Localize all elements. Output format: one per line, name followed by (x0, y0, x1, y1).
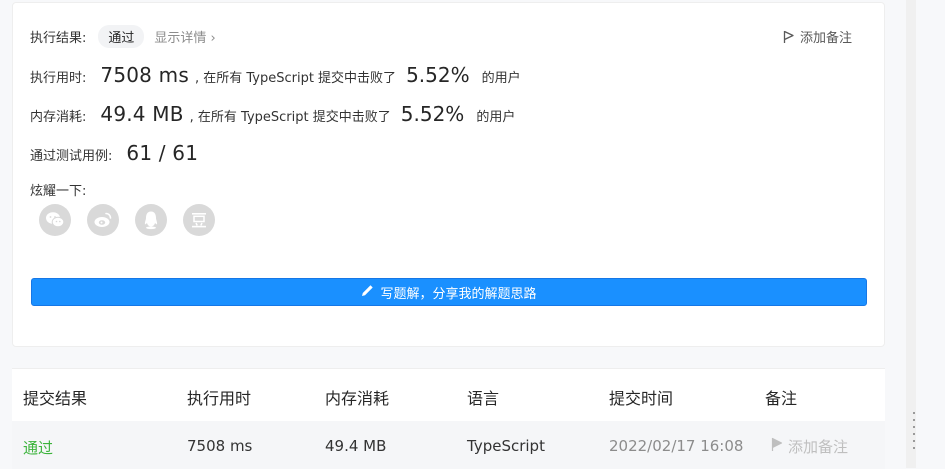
drag-handle[interactable] (913, 412, 917, 454)
memory-row: 内存消耗: 49.4 MB , 在所有 TypeScript 提交中击败了 5.… (30, 102, 515, 126)
header-note: 备注 (765, 389, 798, 408)
scrollbar[interactable] (906, 0, 916, 468)
write-solution-label: 写题解，分享我的解题思路 (380, 286, 537, 302)
runtime-suffix: 的用户 (481, 71, 521, 86)
status-badge: 通过 (98, 25, 145, 48)
submissions-table: 提交结果 执行用时 内存消耗 语言 提交时间 备注 通过 7508 ms 49.… (12, 368, 885, 469)
memory-label: 内存消耗: (30, 110, 87, 125)
weibo-icon[interactable] (87, 204, 119, 236)
result-row: 执行结果: 通过 显示详情 › (30, 25, 216, 48)
header-language: 语言 (467, 389, 500, 408)
header-submit-time: 提交时间 (609, 389, 674, 408)
share-label: 炫耀一下: (30, 184, 87, 199)
submission-result-card: 执行结果: 通过 显示详情 › 添加备注 执行用时: 7508 ms , 在所有… (12, 2, 885, 347)
memory-value: 49.4 MB (100, 102, 184, 126)
row-runtime: 7508 ms (187, 437, 253, 455)
header-runtime: 执行用时 (187, 389, 252, 408)
table-row[interactable]: 通过 7508 ms 49.4 MB TypeScript 2022/02/17… (12, 421, 885, 469)
runtime-percent: 5.52% (406, 63, 470, 87)
row-language: TypeScript (467, 437, 545, 455)
header-memory: 内存消耗 (325, 389, 390, 408)
flag-icon (783, 30, 795, 44)
memory-suffix: 的用户 (476, 110, 516, 125)
runtime-value: 7508 ms (100, 63, 189, 87)
share-icons (39, 204, 215, 236)
write-solution-button[interactable]: 写题解，分享我的解题思路 (31, 278, 867, 306)
header-result: 提交结果 (23, 389, 88, 408)
add-note-button[interactable]: 添加备注 (783, 27, 852, 46)
memory-percent: 5.52% (400, 102, 465, 126)
table-header: 提交结果 执行用时 内存消耗 语言 提交时间 备注 (12, 369, 885, 419)
flag-icon (771, 437, 783, 456)
share-row: 炫耀一下: (30, 180, 86, 199)
show-details-link[interactable]: 显示详情 › (154, 27, 215, 46)
result-label: 执行结果: (30, 31, 87, 46)
douban-icon[interactable] (183, 204, 215, 236)
tests-row: 通过测试用例: 61 / 61 (30, 141, 204, 165)
row-memory: 49.4 MB (325, 437, 387, 455)
qq-icon[interactable] (135, 204, 167, 236)
tests-value: 61 / 61 (126, 141, 199, 165)
add-note-label: 添加备注 (799, 31, 852, 46)
row-add-note-label: 添加备注 (788, 438, 849, 456)
row-add-note-button[interactable]: 添加备注 (771, 436, 848, 457)
runtime-beat-text: , 在所有 TypeScript 提交中击败了 (194, 71, 397, 86)
memory-beat-text: , 在所有 TypeScript 提交中击败了 (189, 110, 391, 125)
tests-label: 通过测试用例: (30, 149, 113, 164)
pencil-icon (361, 284, 374, 301)
runtime-row: 执行用时: 7508 ms , 在所有 TypeScript 提交中击败了 5.… (30, 63, 521, 87)
wechat-icon[interactable] (39, 204, 71, 236)
row-submit-time: 2022/02/17 16:08 (609, 437, 744, 455)
row-result-link[interactable]: 通过 (23, 437, 53, 458)
runtime-label: 执行用时: (30, 71, 87, 86)
